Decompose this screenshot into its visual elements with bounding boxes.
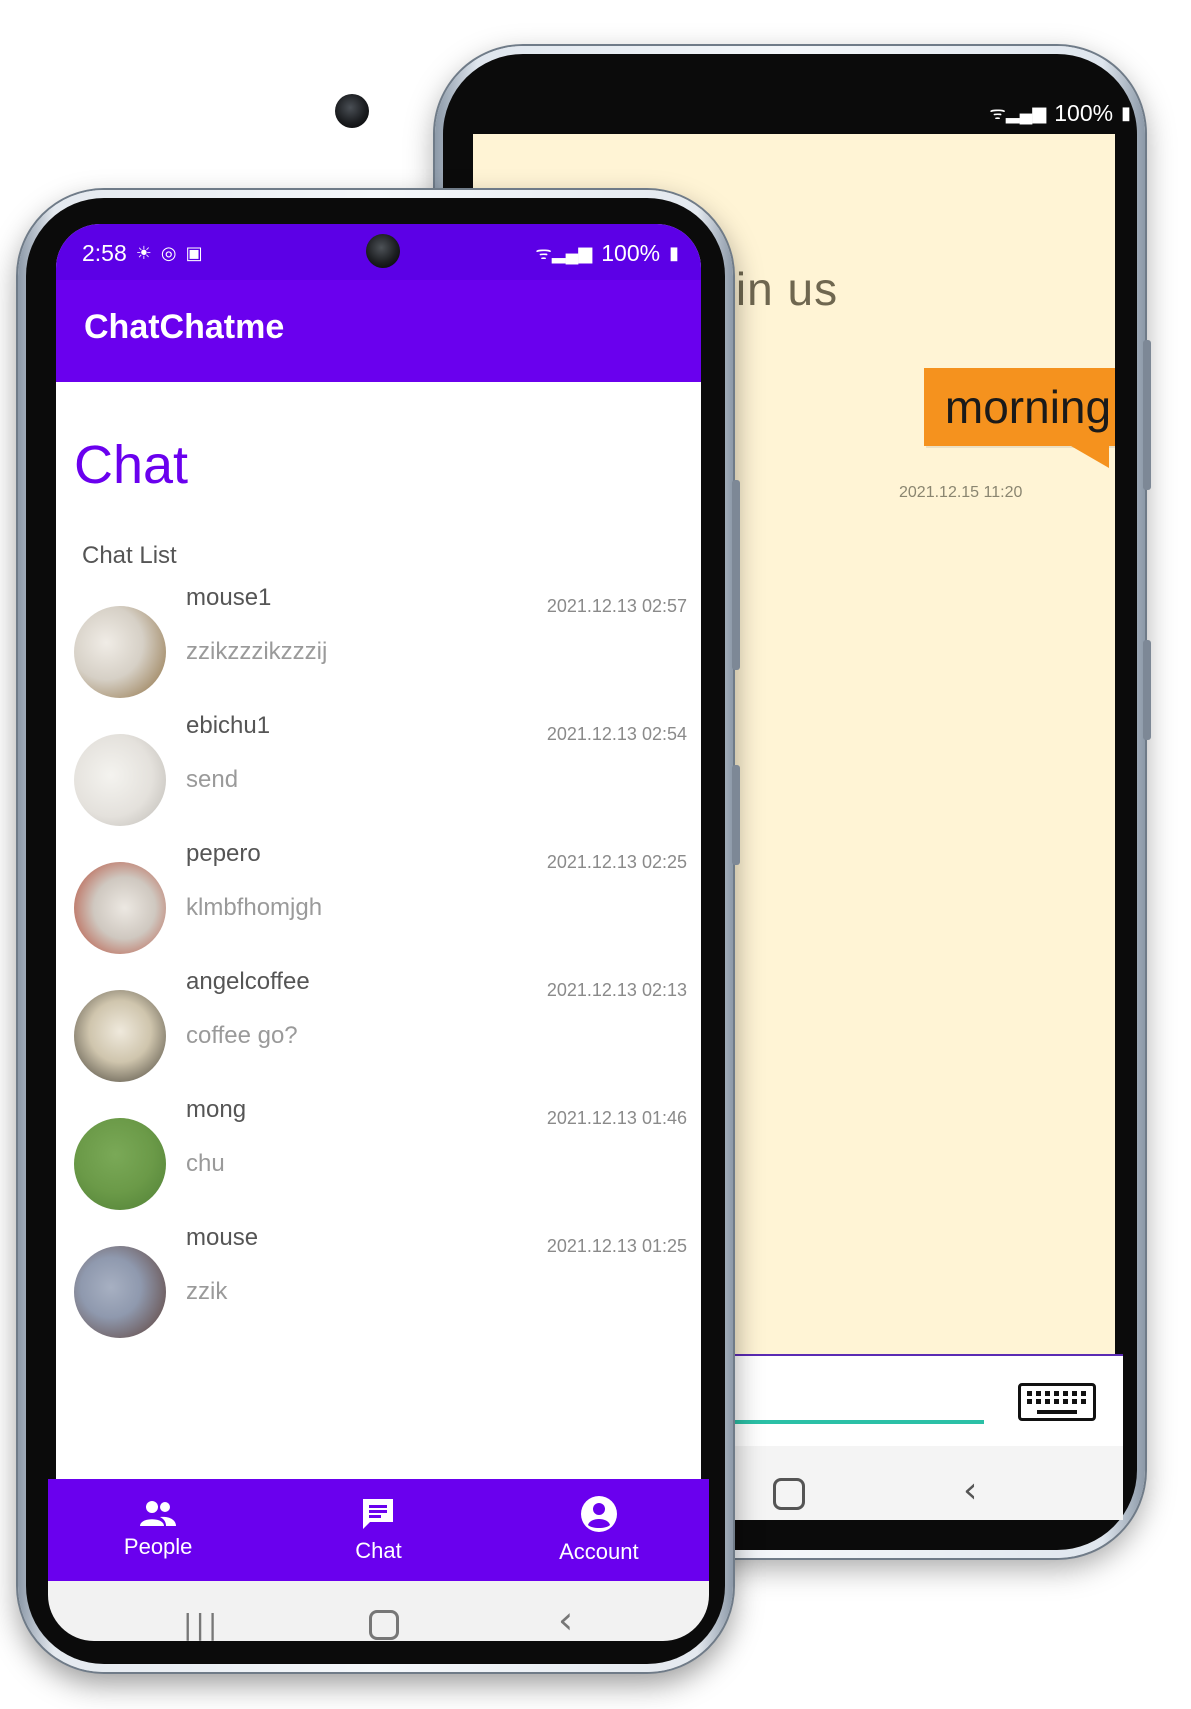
chat-timestamp: 2021.12.13 02:57: [546, 596, 687, 616]
people-icon: [140, 1501, 177, 1526]
chat-last-message: klmbfhomjgh: [186, 894, 323, 921]
nav-chat[interactable]: Chat: [268, 1479, 488, 1581]
battery-icon: ▮: [669, 242, 679, 263]
back-home-icon[interactable]: [773, 1478, 805, 1510]
image-icon: ▣: [109, 102, 127, 123]
back-front-camera: [335, 94, 369, 128]
back-side-button-2: [1143, 640, 1151, 740]
app-bar: ChatChatme: [56, 280, 701, 382]
avatar: [74, 734, 166, 826]
sync-icon: ◎: [160, 242, 177, 263]
front-phone-bezel: 2:58 ☀ ◎ ▣ ᯤ▂▄▆ 100% ▮ ChatChatme Chat C…: [26, 198, 725, 1664]
chat-list-item[interactable]: pepero klmbfhomjgh 2021.12.13 02:25: [56, 840, 701, 968]
status-bar: 2:58 ☀ ◎ ▣ ᯤ▂▄▆ 100% ▮: [56, 224, 701, 280]
chat-last-message: chu: [186, 1150, 225, 1177]
chat-last-message: zzikzzzikzzzij: [186, 638, 328, 665]
back-nav-back-icon[interactable]: ‹: [963, 1470, 977, 1511]
nav-account[interactable]: Account: [489, 1479, 709, 1581]
wifi-signal-icon: ᯤ▂▄▆: [535, 243, 593, 263]
status-time: 2:58: [82, 239, 127, 266]
chat-list-item[interactable]: angelcoffee coffee go? 2021.12.13 02:13: [56, 968, 701, 1096]
front-side-button-2: [732, 765, 740, 865]
image-icon: ▣: [185, 242, 203, 263]
bottom-navigation: People Chat Account: [48, 1479, 709, 1581]
nav-account-label: Account: [559, 1539, 639, 1564]
chat-list-item[interactable]: mong chu 2021.12.13 01:46: [56, 1096, 701, 1224]
nav-chat-label: Chat: [355, 1538, 402, 1563]
avatar: [74, 606, 166, 698]
chat-name: angelcoffee: [186, 968, 310, 995]
back-status-battery: 100%: [1054, 99, 1114, 126]
home-icon[interactable]: [369, 1610, 399, 1640]
message-bubble: morning: [924, 368, 1115, 446]
back-input-underline: [700, 1420, 984, 1424]
nav-people[interactable]: People: [48, 1479, 268, 1581]
keyboard-icon[interactable]: [1018, 1383, 1096, 1421]
chat-timestamp: 2021.12.13 02:25: [546, 852, 687, 872]
back-icon[interactable]: ‹: [558, 1598, 573, 1642]
chat-name: pepero: [186, 840, 261, 867]
avatar: [74, 862, 166, 954]
chat-list-label: Chat List: [82, 542, 177, 569]
chat-list: mouse1 zzikzzzikzzzij 2021.12.13 02:57 e…: [56, 584, 701, 1352]
wifi-signal-icon: ᯤ▂▄▆: [989, 103, 1047, 123]
chat-timestamp: 2021.12.13 02:54: [546, 724, 687, 744]
back-status-bar: 11:20 ▣ ◎ ᯤ▂▄▆ 100% ▮: [46, 98, 1131, 128]
chat-last-message: send: [186, 766, 239, 793]
chat-list-item[interactable]: mouse1 zzikzzzikzzzij 2021.12.13 02:57: [56, 584, 701, 712]
chat-timestamp: 2021.12.13 01:46: [546, 1108, 687, 1128]
chat-last-message: zzik: [186, 1278, 228, 1305]
status-battery: 100%: [601, 239, 661, 266]
battery-icon: ▮: [1121, 102, 1131, 123]
front-phone-screen: 2:58 ☀ ◎ ▣ ᯤ▂▄▆ 100% ▮ ChatChatme Chat C…: [56, 224, 701, 1638]
account-circle-icon: [580, 1496, 617, 1532]
chat-name: mouse1: [186, 584, 272, 611]
weather-icon: ☀: [135, 242, 152, 263]
chat-name: ebichu1: [186, 712, 271, 739]
back-side-button: [1143, 340, 1151, 490]
chat-icon: [363, 1499, 394, 1529]
chat-last-message: coffee go?: [186, 1022, 298, 1049]
chat-timestamp: 2021.12.13 01:25: [546, 1236, 687, 1256]
page-title: Chat: [74, 435, 189, 495]
back-status-time: 11:20: [46, 99, 102, 126]
avatar: [74, 1118, 166, 1210]
avatar: [74, 990, 166, 1082]
chat-list-item[interactable]: ebichu1 send 2021.12.13 02:54: [56, 712, 701, 840]
chat-list-item[interactable]: mouse zzik 2021.12.13 01:25: [56, 1224, 701, 1352]
app-title: ChatChatme: [84, 308, 285, 346]
front-side-button: [732, 480, 740, 670]
nav-people-label: People: [123, 1534, 193, 1559]
sync-icon: ◎: [134, 102, 151, 123]
front-phone-frame: 2:58 ☀ ◎ ▣ ᯤ▂▄▆ 100% ▮ ChatChatme Chat C…: [18, 190, 733, 1672]
front-camera: [366, 234, 400, 268]
chat-name: mouse: [186, 1224, 259, 1251]
chat-timestamp: 2021.12.13 02:13: [546, 980, 687, 1000]
message-bubble-tail: [1071, 446, 1109, 468]
avatar: [74, 1246, 166, 1338]
recents-icon[interactable]: |||: [183, 1608, 220, 1641]
chat-name: mong: [186, 1096, 247, 1123]
message-timestamp: 2021.12.15 11:20: [899, 484, 1023, 501]
